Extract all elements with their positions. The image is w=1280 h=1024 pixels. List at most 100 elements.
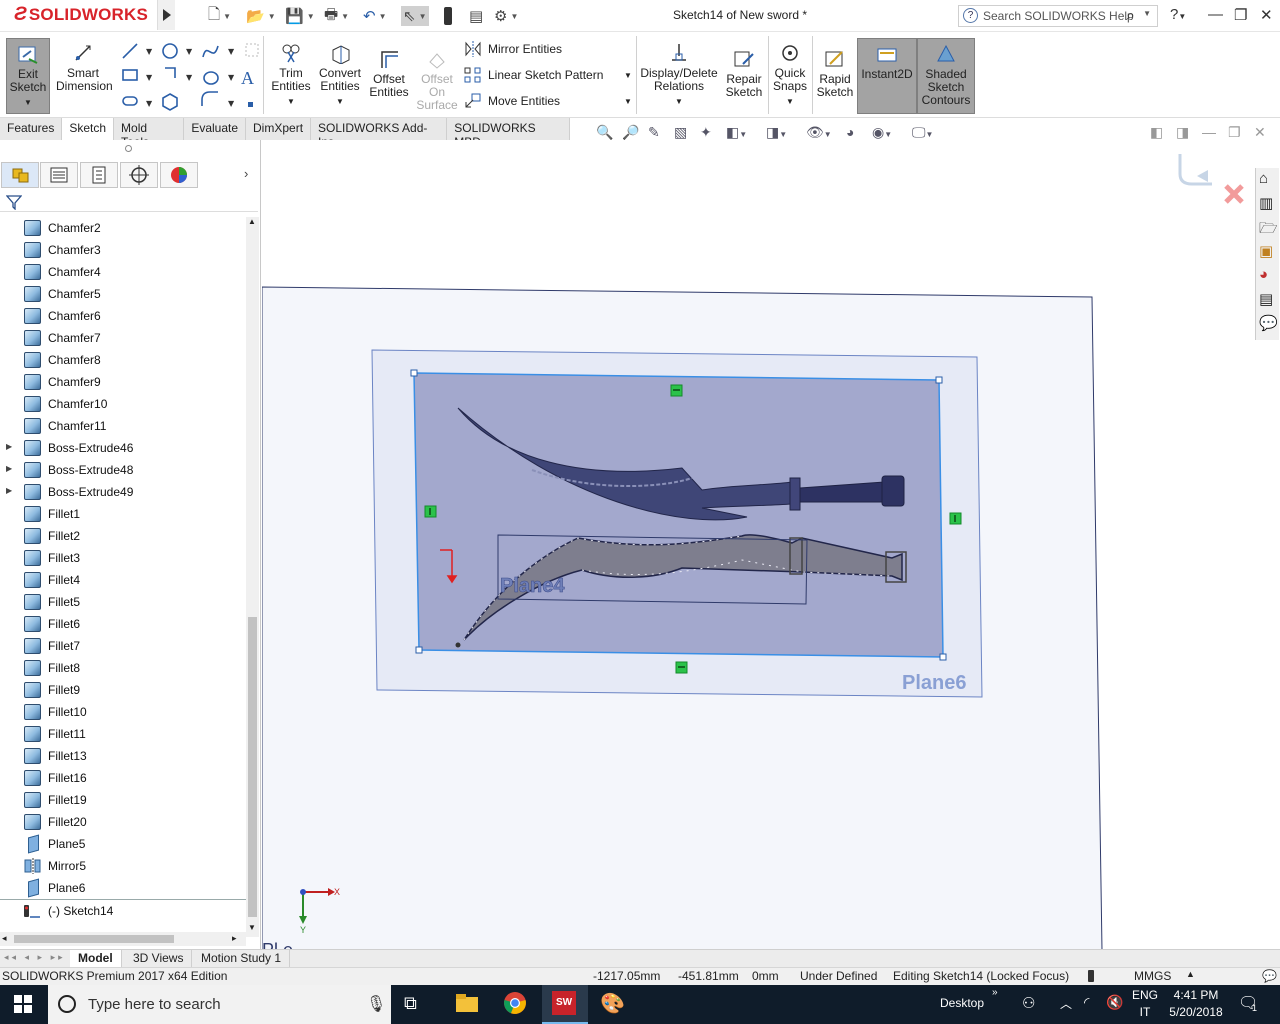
expand-arrow-icon[interactable]: ▶	[6, 464, 12, 473]
apply-scene-icon[interactable]: ◉▼	[872, 124, 892, 141]
configuration-manager-tab[interactable]	[80, 162, 118, 188]
tree-item[interactable]: Chamfer2	[0, 217, 246, 239]
tab-dimxpert[interactable]: DimXpert	[246, 118, 312, 140]
search-icon[interactable]: ⌕	[1126, 7, 1135, 25]
tab-solidworks-mbd[interactable]: SOLIDWORKS MBD	[447, 118, 570, 149]
tab-mold-tools[interactable]: Mold Tools	[114, 118, 185, 149]
chevron-right-icon[interactable]: ›	[244, 166, 248, 181]
tree-hscroll-thumb[interactable]	[14, 935, 174, 943]
zoom-to-area-icon[interactable]: 🔎	[622, 124, 639, 141]
rebuild-status-icon[interactable]	[1088, 970, 1094, 982]
language-indicator[interactable]: ENG IT	[1132, 988, 1158, 1019]
restore-button[interactable]: ❐	[1234, 6, 1247, 24]
mirror-entities-button[interactable]: Mirror Entities	[464, 41, 562, 57]
file-explorer-taskbar-icon[interactable]	[455, 991, 483, 1019]
chat-icon[interactable]: 💬	[1262, 969, 1277, 983]
units-dropdown-icon[interactable]: ▲	[1186, 969, 1195, 979]
new-document-button[interactable]: 🗋 ▼	[208, 6, 231, 26]
menu-expand-arrow[interactable]	[157, 0, 175, 30]
move-entities-dropdown[interactable]: ▼	[624, 97, 632, 106]
offset-entities-button[interactable]: Offset Entities	[366, 48, 412, 99]
status-units[interactable]: MMGS	[1134, 969, 1171, 983]
tree-item[interactable]: Fillet13	[0, 745, 246, 767]
tree-item[interactable]: Plane6	[0, 877, 246, 899]
solidworks-taskbar-button[interactable]: SW	[542, 985, 588, 1024]
graphics-area[interactable]: Plane4 Plane6 X Y Pl e ⌂ ▥ 🗁 ▣ ◕ ▤ 💬	[262, 140, 1280, 950]
forum-icon[interactable]: 💬	[1259, 314, 1278, 332]
linear-pattern-dropdown[interactable]: ▼	[624, 71, 632, 80]
microphone-icon[interactable]: 🎙	[366, 994, 386, 1014]
scroll-up-icon[interactable]: ▲	[248, 217, 256, 226]
tree-item[interactable]: Fillet16	[0, 767, 246, 789]
exit-sketch-button[interactable]: Exit Sketch ▼	[6, 38, 50, 114]
file-properties-button[interactable]: ▤	[469, 6, 483, 26]
help-button[interactable]: ?▼	[1170, 6, 1186, 23]
tree-item[interactable]: Fillet7	[0, 635, 246, 657]
tab-motion-study-1[interactable]: Motion Study 1	[193, 950, 291, 968]
property-manager-tab[interactable]	[40, 162, 78, 188]
custom-properties-icon[interactable]: ▤	[1259, 290, 1273, 308]
rapid-sketch-button[interactable]: Rapid Sketch	[814, 48, 856, 99]
model-viewport[interactable]: Plane4 Plane6 X Y Pl e	[262, 140, 1280, 950]
tree-item[interactable]: Fillet11	[0, 723, 246, 745]
people-icon[interactable]: ⚇	[1022, 994, 1035, 1012]
move-entities-button[interactable]: Move Entities	[464, 93, 560, 109]
tree-item[interactable]: ▶ Boss-Extrude49	[0, 481, 246, 503]
offset-on-surface-button[interactable]: Offset On Surface	[414, 48, 460, 112]
tree-filter-bar[interactable]	[0, 190, 258, 212]
volume-icon[interactable]: 🔇	[1106, 994, 1123, 1011]
tab-3d-views[interactable]: 3D Views	[125, 950, 193, 968]
tree-item[interactable]: Fillet10	[0, 701, 246, 723]
display-style-icon[interactable]: ◨▼	[766, 124, 787, 141]
tab-solidworks-add-ins[interactable]: SOLIDWORKS Add-Ins	[311, 118, 448, 149]
select-button[interactable]: ⇖ ▼	[401, 6, 429, 26]
scroll-down-icon[interactable]: ▼	[248, 923, 256, 932]
tree-item[interactable]: Chamfer5	[0, 283, 246, 305]
desktop-toolbar-label[interactable]: Desktop	[940, 996, 984, 1010]
appearances-icon[interactable]: ◕	[1259, 266, 1268, 283]
tab-sketch[interactable]: Sketch	[62, 118, 115, 140]
tree-item[interactable]: Fillet19	[0, 789, 246, 811]
tree-item[interactable]: Fillet20	[0, 811, 246, 833]
view-palette-icon[interactable]: ▣	[1259, 242, 1273, 260]
tree-item[interactable]: Chamfer7	[0, 327, 246, 349]
viewport-tile-right-icon[interactable]: ◨	[1176, 124, 1189, 141]
expand-arrow-icon[interactable]: ▶	[6, 442, 12, 451]
zoom-to-fit-icon[interactable]: 🔍	[596, 124, 613, 141]
trim-entities-button[interactable]: Trim Entities ▼	[268, 42, 314, 108]
tree-item[interactable]: Plane5	[0, 833, 246, 855]
task-view-icon[interactable]: ⧉	[404, 991, 432, 1019]
help-search-input[interactable]: ? Search SOLIDWORKS Help ⌕ ▼	[958, 5, 1158, 27]
tree-item[interactable]: Chamfer4	[0, 261, 246, 283]
windows-start-icon[interactable]	[14, 995, 32, 1016]
tree-item[interactable]: Chamfer9	[0, 371, 246, 393]
tree-item[interactable]: Fillet3	[0, 547, 246, 569]
options-button[interactable]: ⚙ ▼	[494, 6, 518, 26]
tree-item[interactable]: Fillet6	[0, 613, 246, 635]
solidworks-logo[interactable]: Ƨ SOLIDWORKS	[14, 4, 148, 26]
chevron-down-icon[interactable]: ▼	[1143, 9, 1151, 18]
dynamic-annotation-icon[interactable]: ✦	[700, 124, 712, 141]
viewport-restore-icon[interactable]: ❐	[1228, 124, 1241, 141]
tree-item[interactable]: Chamfer11	[0, 415, 246, 437]
tree-horizontal-scrollbar[interactable]: ◂ ▸	[0, 932, 246, 946]
hide-show-items-icon[interactable]: 👁▼	[806, 124, 832, 141]
shaded-sketch-contours-button[interactable]: Shaded Sketch Contours	[917, 38, 975, 114]
tree-item[interactable]: Fillet5	[0, 591, 246, 613]
scroll-right-icon[interactable]: ▸	[232, 933, 237, 944]
home-icon[interactable]: ⌂	[1259, 170, 1268, 187]
tab-evaluate[interactable]: Evaluate	[184, 118, 247, 140]
tree-item[interactable]: ▶ Boss-Extrude46	[0, 437, 246, 459]
clock[interactable]: 4:41 PM 5/20/2018	[1166, 988, 1226, 1019]
feature-manager-tab[interactable]	[1, 162, 39, 188]
section-view-icon[interactable]: ▧	[674, 124, 687, 141]
convert-entities-button[interactable]: Convert Entities ▼	[316, 42, 364, 108]
tab-model[interactable]: Model	[70, 950, 122, 968]
previous-view-icon[interactable]: ✎	[648, 124, 660, 141]
file-explorer-icon[interactable]: 🗁	[1259, 218, 1278, 243]
network-icon[interactable]: ◜	[1084, 994, 1089, 1011]
paint-icon[interactable]: 🎨	[600, 991, 628, 1019]
panel-collapse-handle[interactable]	[125, 145, 132, 152]
dimxpert-manager-tab[interactable]	[120, 162, 158, 188]
viewport-tile-left-icon[interactable]: ◧	[1150, 124, 1163, 141]
